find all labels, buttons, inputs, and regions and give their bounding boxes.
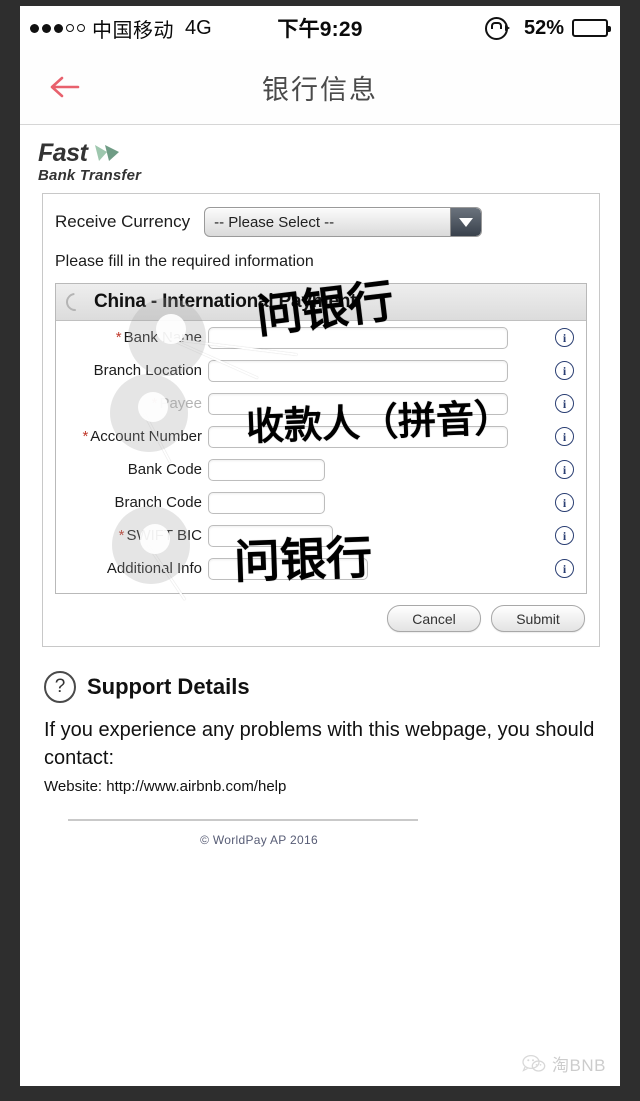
required-marker: * bbox=[115, 329, 122, 346]
required-marker: * bbox=[118, 527, 125, 544]
info-icon[interactable]: i bbox=[555, 526, 574, 545]
payment-form-panel: Receive Currency -- Please Select -- Ple… bbox=[42, 193, 600, 647]
field-label: Branch Location bbox=[62, 362, 208, 379]
country-fieldset: China - International Payment * Bank Name… bbox=[55, 283, 587, 594]
field-input[interactable] bbox=[208, 557, 368, 580]
field-label-text: Branch Code bbox=[114, 494, 202, 511]
phone-screen: 中国移动 4G 下午9:29 52% 银行信息 Fast Bank Transf… bbox=[20, 6, 620, 1086]
form-action-buttons: Cancel Submit bbox=[55, 605, 587, 632]
wechat-icon bbox=[522, 1054, 546, 1072]
form-field-list: * Bank Name i Branch Location i * Payee i * Accou… bbox=[56, 321, 586, 585]
info-icon[interactable]: i bbox=[555, 427, 574, 446]
navigation-bar: 银行信息 bbox=[20, 50, 620, 125]
info-icon[interactable]: i bbox=[555, 328, 574, 347]
field-label-text: Branch Location bbox=[93, 362, 202, 379]
receive-currency-row: Receive Currency -- Please Select -- bbox=[55, 207, 587, 237]
status-bar: 中国移动 4G 下午9:29 52% bbox=[20, 6, 620, 50]
support-title: Support Details bbox=[87, 674, 250, 699]
field-label: Bank Code bbox=[62, 461, 208, 478]
info-icon[interactable]: i bbox=[555, 460, 574, 479]
receive-currency-select[interactable]: -- Please Select -- bbox=[204, 207, 483, 237]
field-label-text: Payee bbox=[159, 395, 202, 412]
back-button[interactable] bbox=[46, 70, 92, 104]
fill-required-note: Please fill in the required information bbox=[55, 253, 314, 270]
required-marker: * bbox=[151, 395, 158, 412]
info-icon[interactable]: i bbox=[555, 361, 574, 380]
fast-bank-transfer-logo: Fast Bank Transfer bbox=[20, 125, 620, 188]
field-input[interactable] bbox=[208, 326, 508, 349]
receive-currency-value: -- Please Select -- bbox=[214, 213, 335, 231]
rotation-lock-icon bbox=[484, 16, 510, 40]
watermark: 淘BNB bbox=[522, 1051, 606, 1076]
logo-secondary-text: Bank Transfer bbox=[38, 167, 142, 184]
field-label-text: Additional Info bbox=[106, 560, 202, 577]
fieldset-title: China - International Payment bbox=[94, 291, 357, 312]
form-field-row: Additional Info i bbox=[56, 552, 586, 585]
field-label: * Account Number bbox=[62, 428, 208, 445]
field-label: Branch Code bbox=[62, 494, 208, 511]
phone-frame: 中国移动 4G 下午9:29 52% 银行信息 Fast Bank Transf… bbox=[0, 0, 640, 1101]
battery-icon bbox=[572, 19, 611, 37]
field-input[interactable] bbox=[208, 392, 508, 415]
page-title: 银行信息 bbox=[262, 74, 378, 105]
field-label: Additional Info bbox=[62, 560, 208, 577]
field-label: * SWIFT BIC bbox=[62, 527, 208, 544]
form-field-row: Branch Location i bbox=[56, 354, 586, 387]
field-input[interactable] bbox=[208, 491, 325, 514]
support-website-line[interactable]: Website: http://www.airbnb.com/help bbox=[44, 778, 598, 795]
field-input[interactable] bbox=[208, 524, 333, 547]
field-input[interactable] bbox=[208, 359, 508, 382]
form-field-row: * SWIFT BIC i bbox=[56, 519, 586, 552]
support-body-text: If you experience any problems with this… bbox=[44, 719, 595, 769]
fieldset-header[interactable]: China - International Payment bbox=[56, 284, 586, 321]
status-bar-right: 52% bbox=[484, 16, 611, 40]
field-label-text: Bank Code bbox=[127, 461, 202, 478]
battery-percent-label: 52% bbox=[523, 16, 564, 39]
footer-divider bbox=[68, 819, 418, 821]
form-field-row: * Payee i bbox=[56, 387, 586, 420]
field-label: * Payee bbox=[62, 395, 208, 412]
receive-currency-label: Receive Currency bbox=[55, 212, 191, 231]
field-label-text: Account Number bbox=[90, 428, 202, 445]
form-field-row: * Bank Name i bbox=[56, 321, 586, 354]
submit-button[interactable]: Submit bbox=[491, 605, 585, 632]
logo-chevron-icon bbox=[94, 145, 119, 161]
webview-content: Fast Bank Transfer Receive Currency -- P… bbox=[20, 125, 620, 1086]
field-input[interactable] bbox=[208, 425, 508, 448]
form-field-row: * Account Number i bbox=[56, 420, 586, 453]
support-header: ? Support Details bbox=[44, 671, 598, 703]
watermark-text: 淘BNB bbox=[552, 1056, 606, 1075]
field-input[interactable] bbox=[208, 458, 325, 481]
field-label-text: SWIFT BIC bbox=[126, 527, 202, 544]
chevron-down-icon[interactable] bbox=[450, 208, 482, 236]
copyright-text: © WorldPay AP 2016 bbox=[200, 833, 318, 847]
cancel-button[interactable]: Cancel bbox=[387, 605, 481, 632]
support-details-section: ? Support Details If you experience any … bbox=[44, 671, 598, 847]
logo-primary-text: Fast bbox=[38, 139, 88, 167]
info-icon[interactable]: i bbox=[555, 559, 574, 578]
field-label-text: Bank Name bbox=[123, 329, 202, 346]
form-field-row: Branch Code i bbox=[56, 486, 586, 519]
form-field-row: Bank Code i bbox=[56, 453, 586, 486]
field-label: * Bank Name bbox=[62, 329, 208, 346]
required-marker: * bbox=[82, 428, 89, 445]
info-icon[interactable]: i bbox=[555, 493, 574, 512]
info-icon[interactable]: i bbox=[555, 394, 574, 413]
question-mark-icon: ? bbox=[44, 671, 76, 703]
loading-spinner-icon bbox=[62, 289, 88, 315]
